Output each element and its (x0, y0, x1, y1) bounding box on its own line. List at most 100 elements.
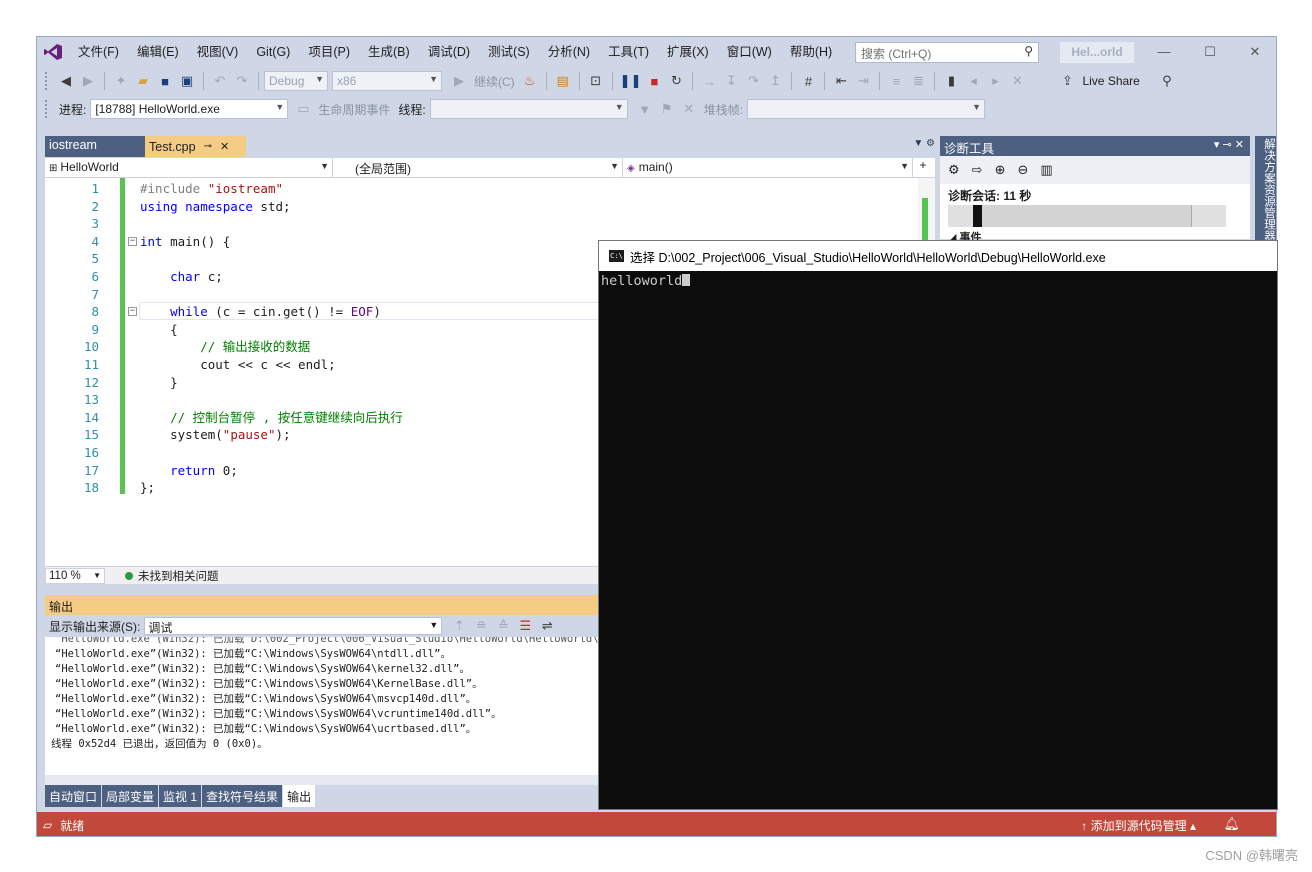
toolbar-grip[interactable] (45, 100, 49, 118)
diagnostic-timeline[interactable] (948, 205, 1226, 227)
close-icon[interactable]: ✕ (220, 140, 229, 153)
hex-icon[interactable]: # (799, 71, 817, 91)
menu-help[interactable]: 帮助(H) (781, 37, 841, 67)
menu-view[interactable]: 视图(V) (188, 37, 248, 67)
minimize-icon[interactable]: — (1141, 37, 1187, 67)
live-share-button[interactable]: Live Share (1082, 74, 1139, 88)
add-to-source-control-button[interactable]: ↑ 添加到源代码管理 ▴ (1081, 817, 1196, 834)
panel-pin-close-icon[interactable]: ▾ ⊸ ✕ (1214, 138, 1244, 151)
menu-window[interactable]: 窗口(W) (718, 37, 781, 67)
word-wrap-icon[interactable]: ⇌ (538, 616, 556, 636)
next-bookmark-icon[interactable]: ▸ (986, 71, 1004, 91)
next-message-icon[interactable]: ≙ (494, 616, 512, 636)
tab-autos[interactable]: 自动窗口 (45, 785, 102, 807)
filter-icon[interactable]: ▼ (636, 99, 654, 119)
tab-locals[interactable]: 局部变量 (102, 785, 159, 807)
settings-icon[interactable]: ⚙ (948, 162, 960, 178)
pause-icon[interactable]: ❚❚ (620, 71, 642, 91)
comment-icon[interactable]: ≡ (887, 71, 905, 91)
maximize-icon[interactable]: ☐ (1187, 37, 1233, 67)
stop-icon[interactable]: ■ (645, 71, 663, 91)
save-icon[interactable]: ■ (156, 71, 174, 91)
platform-select[interactable]: x86 ▼ (332, 71, 442, 91)
screenshot-icon[interactable]: ⊡ (587, 71, 605, 91)
zoom-select[interactable]: 110 % ▼ (45, 567, 105, 584)
uncomment-icon[interactable]: ≣ (909, 71, 927, 91)
menu-project[interactable]: 项目(P) (299, 37, 359, 67)
prev-message-icon[interactable]: ≘ (472, 616, 490, 636)
undo-icon[interactable]: ↶ (211, 71, 229, 91)
redo-icon[interactable]: ↷ (233, 71, 251, 91)
stack-frame-select[interactable]: ▼ (747, 99, 986, 119)
menu-analyze[interactable]: 分析(N) (539, 37, 599, 67)
timeline-marker[interactable] (973, 205, 982, 227)
menu-file[interactable]: 文件(F) (69, 37, 128, 67)
new-item-icon[interactable]: ✦ (112, 71, 130, 91)
restart-icon[interactable]: ↻ (667, 71, 685, 91)
tab-watch-1[interactable]: 监视 1 (159, 785, 202, 807)
indent-icon[interactable]: ⇤ (832, 71, 850, 91)
export-icon[interactable]: ⇨ (972, 162, 983, 178)
split-icon[interactable]: + (913, 158, 933, 177)
scope-select[interactable]: (全局范围) ▼ (333, 158, 623, 178)
search-icon[interactable]: ⚲ (1024, 44, 1033, 58)
open-folder-icon[interactable]: ▰ (134, 71, 152, 91)
output-source-select[interactable]: 调试 ▼ (144, 617, 443, 635)
forward-icon[interactable]: ▶ (79, 71, 97, 91)
menu-extensions[interactable]: 扩展(X) (658, 37, 718, 67)
outdent-icon[interactable]: ⇥ (854, 71, 872, 91)
solution-explorer-tab[interactable]: 解决方案资源管理器 (1255, 136, 1276, 246)
project-select[interactable]: ⊞ HelloWorld ▼ (45, 158, 333, 178)
find-message-icon[interactable]: ⇡ (450, 616, 468, 636)
tab-output[interactable]: 输出 (283, 785, 316, 807)
menu-debug[interactable]: 调试(D) (419, 37, 479, 67)
thread-select[interactable]: ▼ (429, 99, 628, 119)
collapse-icon[interactable]: − (128, 236, 137, 246)
bookmark-icon[interactable]: ▮ (942, 71, 960, 91)
collapse-icon[interactable]: − (128, 307, 137, 317)
chart-icon[interactable]: ▥ (1040, 162, 1052, 178)
tab-overflow-icon[interactable]: ▼ ⚙ (913, 138, 935, 149)
menu-git[interactable]: Git(G) (247, 37, 299, 67)
toolbar-grip[interactable] (45, 72, 49, 90)
process-select[interactable]: [18788] HelloWorld.exe ▼ (90, 99, 289, 119)
save-all-icon[interactable]: ▣ (178, 71, 196, 91)
pin-icon[interactable]: ⊸ (204, 141, 212, 152)
live-share-icon[interactable]: ⇪ (1058, 71, 1076, 91)
tab-find-symbol-results[interactable]: 查找符号结果 (202, 785, 283, 807)
menu-edit[interactable]: 编辑(E) (128, 37, 188, 67)
back-icon[interactable]: ◀ (57, 71, 75, 91)
console-window[interactable]: C:\ 选择 D:\002_Project\006_Visual_Studio\… (598, 240, 1278, 810)
search-input[interactable]: 搜索 (Ctrl+Q) ⚲ (855, 42, 1039, 63)
tab-iostream[interactable]: iostream (45, 136, 145, 157)
clear-all-icon[interactable]: ☰ (516, 616, 534, 636)
notification-icon[interactable]: 🔔︎ (1223, 816, 1240, 832)
configuration-select[interactable]: Debug ▼ (264, 71, 328, 91)
lifecycle-events-button[interactable]: 生命周期事件 (318, 101, 390, 118)
lifecycle-icon[interactable]: ▭ (294, 99, 312, 119)
toggle-flag-icon[interactable]: ✕ (680, 99, 698, 119)
member-select[interactable]: ◈ main() ▼ (623, 158, 913, 178)
show-next-statement-icon[interactable]: → (700, 71, 718, 91)
issues-status[interactable]: 未找到相关问题 (138, 568, 219, 584)
hot-reload-icon[interactable]: ♨ (521, 71, 539, 91)
zoom-in-icon[interactable]: ⊕ (995, 162, 1006, 178)
step-over-icon[interactable]: ↷ (744, 71, 762, 91)
flag-thread-icon[interactable]: ⚑ (658, 99, 676, 119)
clear-bookmarks-icon[interactable]: ✕ (1008, 71, 1026, 91)
play-icon[interactable]: ▶ (450, 71, 468, 91)
step-into-icon[interactable]: ↧ (722, 71, 740, 91)
prev-bookmark-icon[interactable]: ◂ (964, 71, 982, 91)
close-window-icon[interactable]: ✕ (1232, 37, 1276, 67)
browse-icon[interactable]: ▤ (554, 71, 572, 91)
menu-tools[interactable]: 工具(T) (599, 37, 658, 67)
tab-test-cpp[interactable]: Test.cpp ⊸ ✕ (145, 136, 246, 157)
menu-build[interactable]: 生成(B) (359, 37, 419, 67)
feedback-icon[interactable]: ⚲ (1158, 71, 1176, 91)
console-title-bar[interactable]: C:\ 选择 D:\002_Project\006_Visual_Studio\… (599, 241, 1277, 271)
console-output[interactable]: helloworld (599, 271, 1277, 289)
menu-test[interactable]: 测试(S) (479, 37, 539, 67)
zoom-out-icon[interactable]: ⊖ (1017, 162, 1028, 178)
step-out-icon[interactable]: ↥ (766, 71, 784, 91)
continue-button[interactable]: 继续(C) (474, 73, 515, 90)
